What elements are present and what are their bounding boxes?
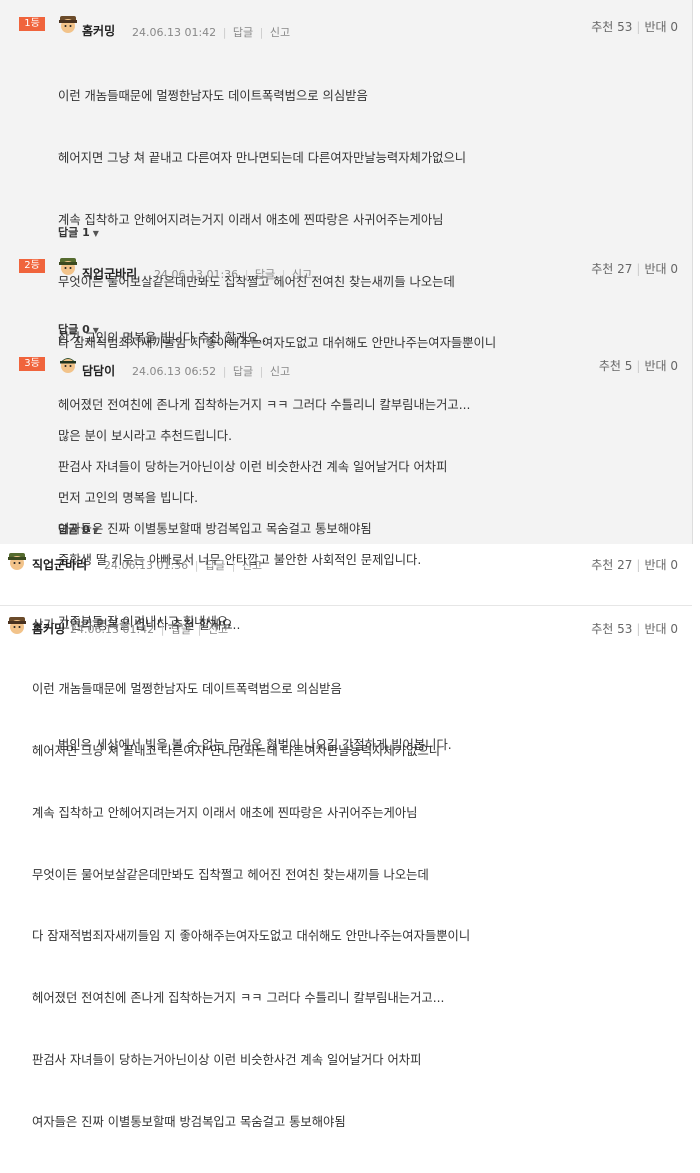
comment-line: 다 잠재적범죄자새끼들임 지 좋아해주는여자도없고 대쉬해도 안만나주는여자들뿐… xyxy=(32,929,471,944)
report-link[interactable]: 신고 xyxy=(270,26,290,39)
divider: | xyxy=(231,559,236,572)
recommend-button[interactable]: 추천 53 xyxy=(591,20,632,34)
recommend-button[interactable]: 추천 27 xyxy=(591,558,632,572)
comment-nickname[interactable]: 직업군바리 xyxy=(32,556,87,573)
oppose-button[interactable]: 반대 0 xyxy=(644,622,678,636)
comment-meta: 24.06.13 01:42 | 답글 | 신고 xyxy=(70,621,228,637)
rank-badge: 3등 xyxy=(19,357,45,371)
avatar-icon xyxy=(8,617,26,634)
comment-line: 헤어졌던 전여친에 존나게 집착하는거지 ㅋㅋ 그러다 수틀리니 칼부림내는거고… xyxy=(32,991,445,1006)
avatar-icon xyxy=(60,358,76,373)
avatar-icon xyxy=(59,16,77,33)
oppose-button[interactable]: 반대 0 xyxy=(644,558,678,572)
vote-info: 추천 27 | 반대 0 xyxy=(591,556,678,573)
replies-count: 답글 1 xyxy=(58,226,90,239)
chevron-down-icon: ▼ xyxy=(92,526,99,535)
recommend-button[interactable]: 추천 5 xyxy=(599,359,633,373)
comment-line: 무엇이든 물어보살같은데만봐도 집착쩔고 헤어진 전여친 찾는새끼들 나오는데 xyxy=(32,867,429,882)
replies-count: 답글 0 xyxy=(58,323,90,336)
reply-link[interactable]: 답글 xyxy=(233,26,253,39)
divider: | xyxy=(636,558,641,572)
reply-link[interactable]: 답글 xyxy=(233,365,253,378)
divider: | xyxy=(194,559,199,572)
replies-toggle[interactable]: 답글 0 ▼ xyxy=(58,521,99,537)
comment-nickname[interactable]: 홈커밍 xyxy=(82,22,115,39)
replies-toggle[interactable]: 답글 1 ▼ xyxy=(58,224,99,240)
comment-line: 여자들은 진짜 이별통보할때 방검복입고 목숨걸고 통보해야됨 xyxy=(32,1114,346,1129)
report-link[interactable]: 신고 xyxy=(242,559,262,572)
oppose-button[interactable]: 반대 0 xyxy=(644,359,678,373)
report-link[interactable]: 신고 xyxy=(292,268,312,281)
divider: | xyxy=(259,365,264,378)
comment-date: 24.06.13 06:52 xyxy=(132,365,217,378)
comment-line: 헤어지면 그냥 쳐 끝내고 다른여자 만나면되는데 다른여자만날능력자체가없으니 xyxy=(58,150,467,165)
chevron-down-icon: ▼ xyxy=(92,229,99,238)
report-link[interactable]: 신고 xyxy=(208,623,228,636)
comment-line: 이런 개놈들때문에 멀쩡한남자도 데이트폭력범으로 의심받음 xyxy=(58,89,368,104)
oppose-button[interactable]: 반대 0 xyxy=(644,262,678,276)
oppose-button[interactable]: 반대 0 xyxy=(644,20,678,34)
comment-line: 판검사 자녀들이 당하는거아닌이상 이런 비슷한사건 계속 일어날거다 어차피 xyxy=(32,1052,422,1067)
reply-link[interactable]: 답글 xyxy=(255,268,275,281)
vote-info: 추천 53 | 반대 0 xyxy=(591,18,678,35)
comment-line: 헤어지면 그냥 쳐 끝내고 다른여자 만나면되는데 다른여자만날능력자체가없으니 xyxy=(32,743,441,758)
reply-link[interactable]: 답글 xyxy=(205,559,225,572)
divider xyxy=(0,605,692,606)
chevron-down-icon: ▼ xyxy=(92,326,99,335)
vote-info: 추천 27 | 반대 0 xyxy=(591,260,678,277)
recommend-button[interactable]: 추천 53 xyxy=(591,622,632,636)
avatar-icon xyxy=(59,258,77,275)
avatar-icon xyxy=(8,553,26,570)
report-link[interactable]: 신고 xyxy=(270,365,290,378)
divider: | xyxy=(636,20,641,34)
comment-meta: 24.06.13 01:36 | 답글 | 신고 xyxy=(104,557,262,573)
divider: | xyxy=(244,268,249,281)
replies-toggle[interactable]: 답글 0 ▼ xyxy=(58,321,99,337)
replies-count: 답글 0 xyxy=(58,523,90,536)
comment-nickname[interactable]: 직업군바리 xyxy=(82,265,137,282)
rank-badge: 2등 xyxy=(19,259,45,273)
divider: | xyxy=(636,622,641,636)
comment-meta: 24.06.13 01:36 | 답글 | 신고 xyxy=(154,266,312,282)
divider: | xyxy=(636,359,641,373)
divider: | xyxy=(222,365,227,378)
divider: | xyxy=(636,262,641,276)
comment-date: 24.06.13 01:42 xyxy=(132,26,217,39)
rank-badge: 1등 xyxy=(19,17,45,31)
divider: | xyxy=(160,623,165,636)
reply-link[interactable]: 답글 xyxy=(171,623,191,636)
vote-info: 추천 5 | 반대 0 xyxy=(599,357,678,374)
comment-date: 24.06.13 01:36 xyxy=(154,268,239,281)
divider: | xyxy=(259,26,264,39)
comment-date: 24.06.13 01:36 xyxy=(104,559,189,572)
comment-nickname[interactable]: 담담이 xyxy=(82,362,115,379)
comment-meta: 24.06.13 06:52 | 답글 | 신고 xyxy=(132,363,290,379)
comment-line: 먼저 고인의 명복을 빕니다. xyxy=(58,490,199,505)
comment-date: 24.06.13 01:42 xyxy=(70,623,155,636)
recommend-button[interactable]: 추천 27 xyxy=(591,262,632,276)
divider: | xyxy=(197,623,202,636)
comment-line: 계속 집착하고 안헤어지려는거지 이래서 애초에 찐따랑은 사귀어주는게아님 xyxy=(58,212,444,227)
comment-line: 많은 분이 보시라고 추천드립니다. xyxy=(58,429,233,444)
comment-meta: 24.06.13 01:42 | 답글 | 신고 xyxy=(132,24,290,40)
comment-line: 이런 개놈들때문에 멀쩡한남자도 데이트폭력범으로 의심받음 xyxy=(32,682,342,697)
divider: | xyxy=(222,26,227,39)
vote-info: 추천 53 | 반대 0 xyxy=(591,620,678,637)
comment-body: 이런 개놈들때문에 멀쩡한남자도 데이트폭력범으로 의심받음 헤어지면 그냥 쳐… xyxy=(32,638,470,1173)
comment-nickname[interactable]: 홈커밍 xyxy=(32,620,65,637)
divider: | xyxy=(281,268,286,281)
comment-line: 계속 집착하고 안헤어지려는거지 이래서 애초에 찐따랑은 사귀어주는게아님 xyxy=(32,805,418,820)
